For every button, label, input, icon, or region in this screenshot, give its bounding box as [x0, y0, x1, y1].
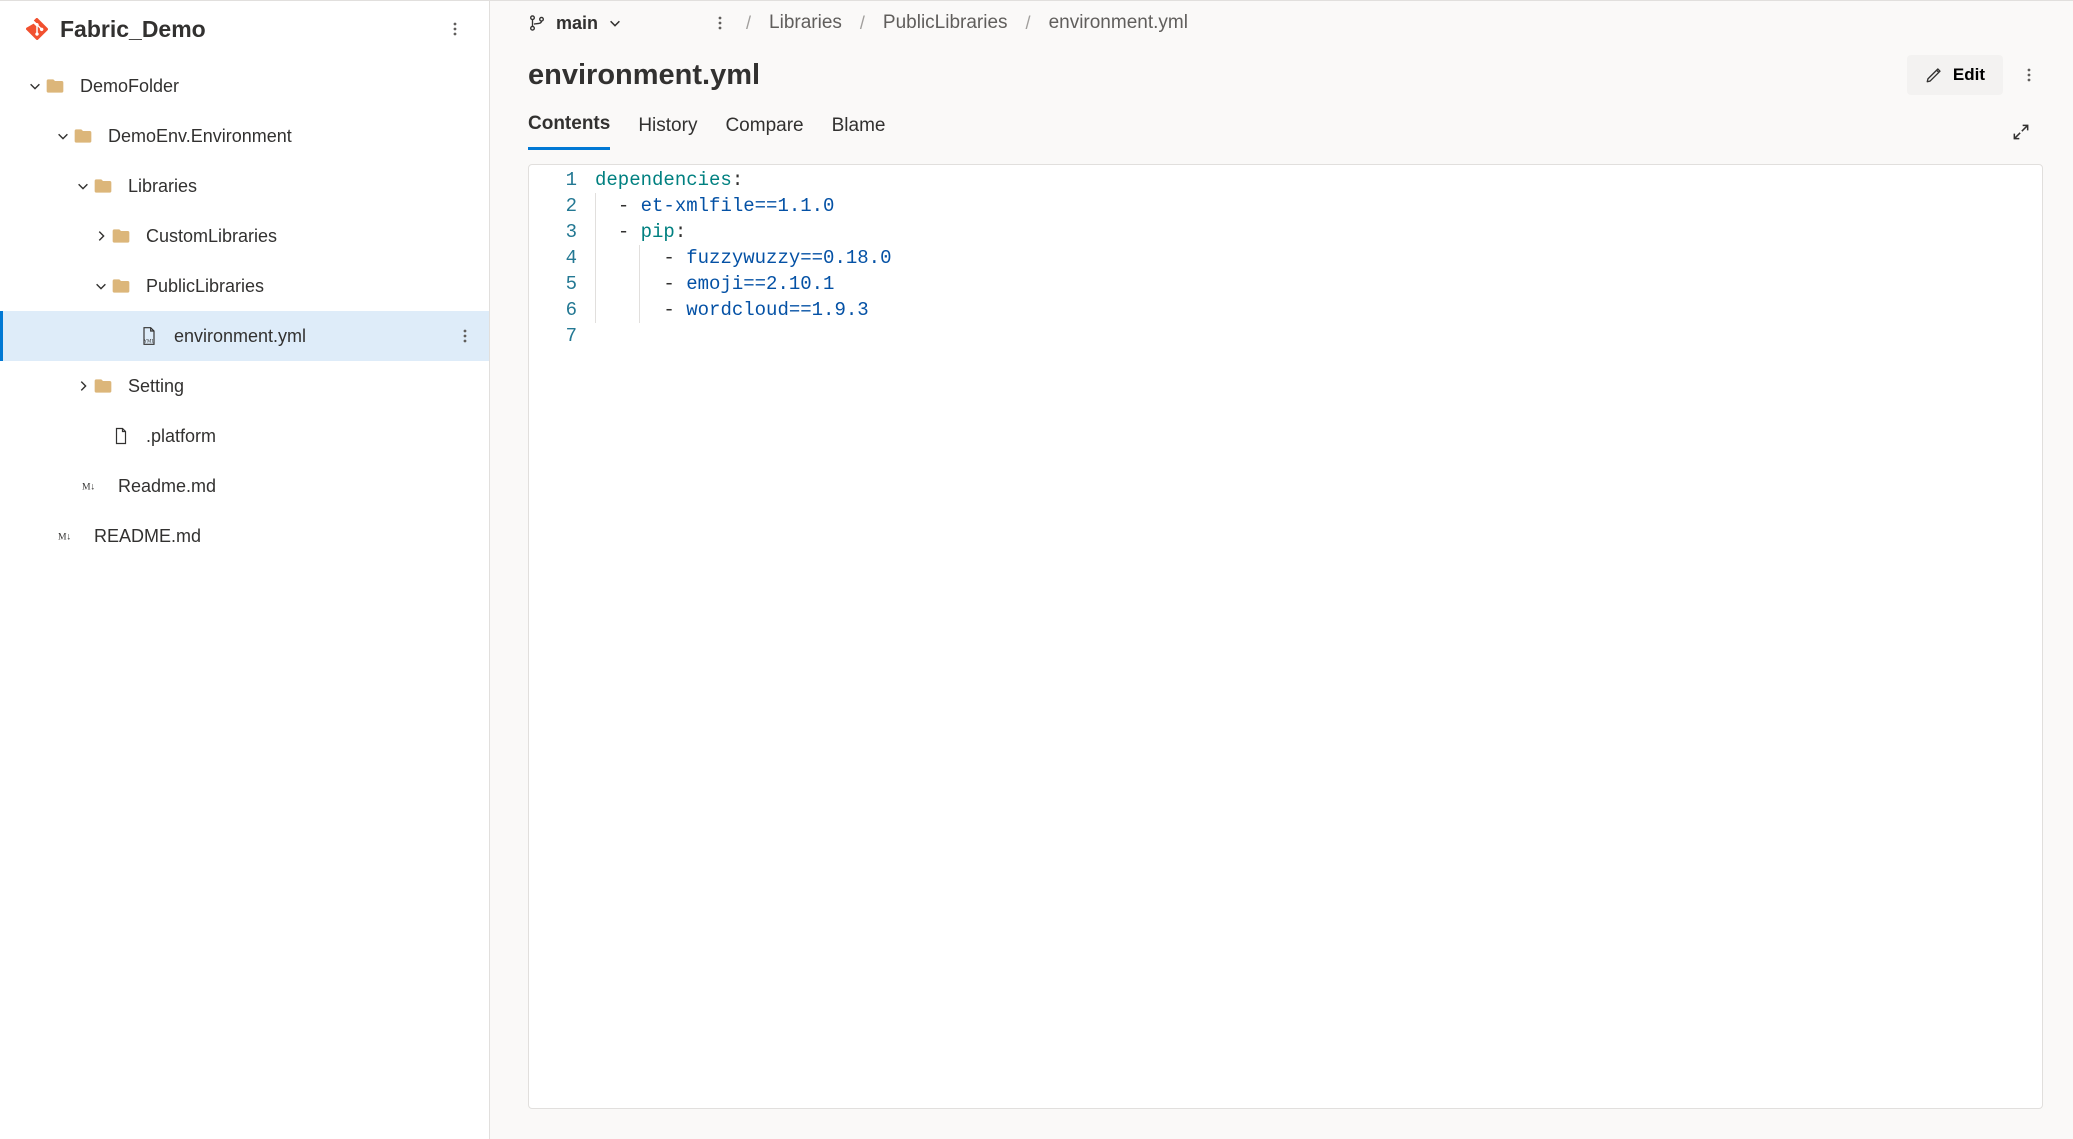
tree-label: .platform — [146, 426, 479, 447]
tree-folder-setting[interactable]: Setting — [0, 361, 489, 411]
tree-folder-libraries[interactable]: Libraries — [0, 161, 489, 211]
branch-name: main — [556, 13, 598, 34]
tree-file-readme-lower[interactable]: M↓ Readme.md — [0, 461, 489, 511]
file-title: environment.yml — [528, 59, 760, 92]
file-more-button[interactable] — [2015, 61, 2043, 89]
more-vertical-icon — [2021, 67, 2037, 83]
tree-label: DemoFolder — [80, 76, 479, 97]
chevron-down-icon — [54, 127, 72, 145]
folder-icon — [92, 375, 114, 397]
chevron-down-icon — [92, 277, 110, 295]
branch-icon — [528, 14, 546, 32]
tab-contents[interactable]: Contents — [528, 113, 610, 150]
tree-item-more-button[interactable] — [451, 322, 479, 350]
topbar: main / Libraries / PublicLibraries / env… — [490, 1, 2073, 45]
svg-text:YML: YML — [143, 340, 154, 345]
tree-label: README.md — [94, 526, 479, 547]
repo-header: Fabric_Demo — [0, 1, 489, 57]
app-root: Fabric_Demo DemoFolder DemoEnv.Environme… — [0, 0, 2073, 1139]
repo-name: Fabric_Demo — [60, 16, 206, 43]
breadcrumb-separator: / — [746, 13, 751, 34]
chevron-down-icon — [26, 77, 44, 95]
main-content: main / Libraries / PublicLibraries / env… — [490, 0, 2073, 1139]
line-number: 5 — [529, 271, 589, 297]
tree-folder-customlibraries[interactable]: CustomLibraries — [0, 211, 489, 261]
line-number: 3 — [529, 219, 589, 245]
breadcrumb-separator: / — [860, 13, 865, 34]
tree-file-environment-yml[interactable]: YML environment.yml — [0, 311, 489, 361]
breadcrumb-separator: / — [1026, 13, 1031, 34]
line-number: 6 — [529, 297, 589, 323]
chevron-down-icon — [74, 177, 92, 195]
tree-file-platform[interactable]: .platform — [0, 411, 489, 461]
svg-text:M↓: M↓ — [58, 531, 71, 542]
edit-button-label: Edit — [1953, 65, 1985, 85]
more-vertical-icon — [447, 21, 463, 37]
repo-more-button[interactable] — [441, 15, 469, 43]
tree-label: PublicLibraries — [146, 276, 479, 297]
more-vertical-icon — [712, 15, 728, 31]
line-number: 1 — [529, 167, 589, 193]
expand-icon — [2011, 122, 2031, 142]
folder-icon — [72, 125, 94, 147]
breadcrumb: / Libraries / PublicLibraries / environm… — [746, 12, 1188, 34]
pencil-icon — [1925, 66, 1943, 84]
edit-button[interactable]: Edit — [1907, 55, 2003, 95]
folder-icon — [110, 275, 132, 297]
tree-label: CustomLibraries — [146, 226, 479, 247]
breadcrumb-libraries[interactable]: Libraries — [769, 12, 842, 34]
chevron-right-icon — [74, 377, 92, 395]
code-line: - et-xmlfile==1.1.0 — [589, 193, 2042, 219]
tab-history[interactable]: History — [638, 115, 697, 149]
markdown-file-icon: M↓ — [58, 525, 80, 547]
code-line — [589, 323, 2042, 349]
tree-folder-demofolder[interactable]: DemoFolder — [0, 61, 489, 111]
chevron-down-icon — [608, 16, 622, 30]
breadcrumb-current[interactable]: environment.yml — [1049, 12, 1188, 34]
markdown-file-icon: M↓ — [82, 475, 104, 497]
code-line: dependencies: — [589, 167, 2042, 193]
tree-folder-demoenv[interactable]: DemoEnv.Environment — [0, 111, 489, 161]
file-tree: DemoFolder DemoEnv.Environment Libraries… — [0, 57, 489, 565]
yml-file-icon: YML — [138, 325, 160, 347]
tree-label: DemoEnv.Environment — [108, 126, 479, 147]
file-tree-sidebar: Fabric_Demo DemoFolder DemoEnv.Environme… — [0, 0, 490, 1139]
tab-compare[interactable]: Compare — [725, 115, 803, 149]
file-tabs: Contents History Compare Blame — [490, 95, 2073, 150]
code-line: - pip: — [589, 219, 2042, 245]
tree-label: Setting — [128, 376, 479, 397]
svg-text:M↓: M↓ — [82, 481, 95, 492]
tab-blame[interactable]: Blame — [832, 115, 886, 149]
tree-file-readme-upper[interactable]: M↓ README.md — [0, 511, 489, 561]
code-line: - emoji==2.10.1 — [589, 271, 2042, 297]
branch-picker[interactable]: main — [528, 13, 622, 34]
path-more-button[interactable] — [706, 9, 734, 37]
tree-label: Readme.md — [118, 476, 479, 497]
line-number: 7 — [529, 323, 589, 349]
more-vertical-icon — [457, 328, 473, 344]
folder-icon — [110, 225, 132, 247]
file-header: environment.yml Edit — [490, 45, 2073, 95]
tree-folder-publiclibraries[interactable]: PublicLibraries — [0, 261, 489, 311]
git-repo-icon — [26, 18, 48, 40]
line-number: 4 — [529, 245, 589, 271]
file-icon — [110, 425, 132, 447]
folder-icon — [44, 75, 66, 97]
breadcrumb-publiclibraries[interactable]: PublicLibraries — [883, 12, 1008, 34]
tree-label: Libraries — [128, 176, 479, 197]
code-line: - fuzzywuzzy==0.18.0 — [589, 245, 2042, 271]
code-line: - wordcloud==1.9.3 — [589, 297, 2042, 323]
chevron-right-icon — [92, 227, 110, 245]
line-number: 2 — [529, 193, 589, 219]
tree-label: environment.yml — [174, 326, 451, 347]
fullscreen-button[interactable] — [2007, 118, 2035, 146]
code-block: 1 dependencies: 2 - et-xmlfile==1.1.0 3 … — [529, 165, 2042, 349]
folder-icon — [92, 175, 114, 197]
code-viewer[interactable]: 1 dependencies: 2 - et-xmlfile==1.1.0 3 … — [528, 164, 2043, 1109]
